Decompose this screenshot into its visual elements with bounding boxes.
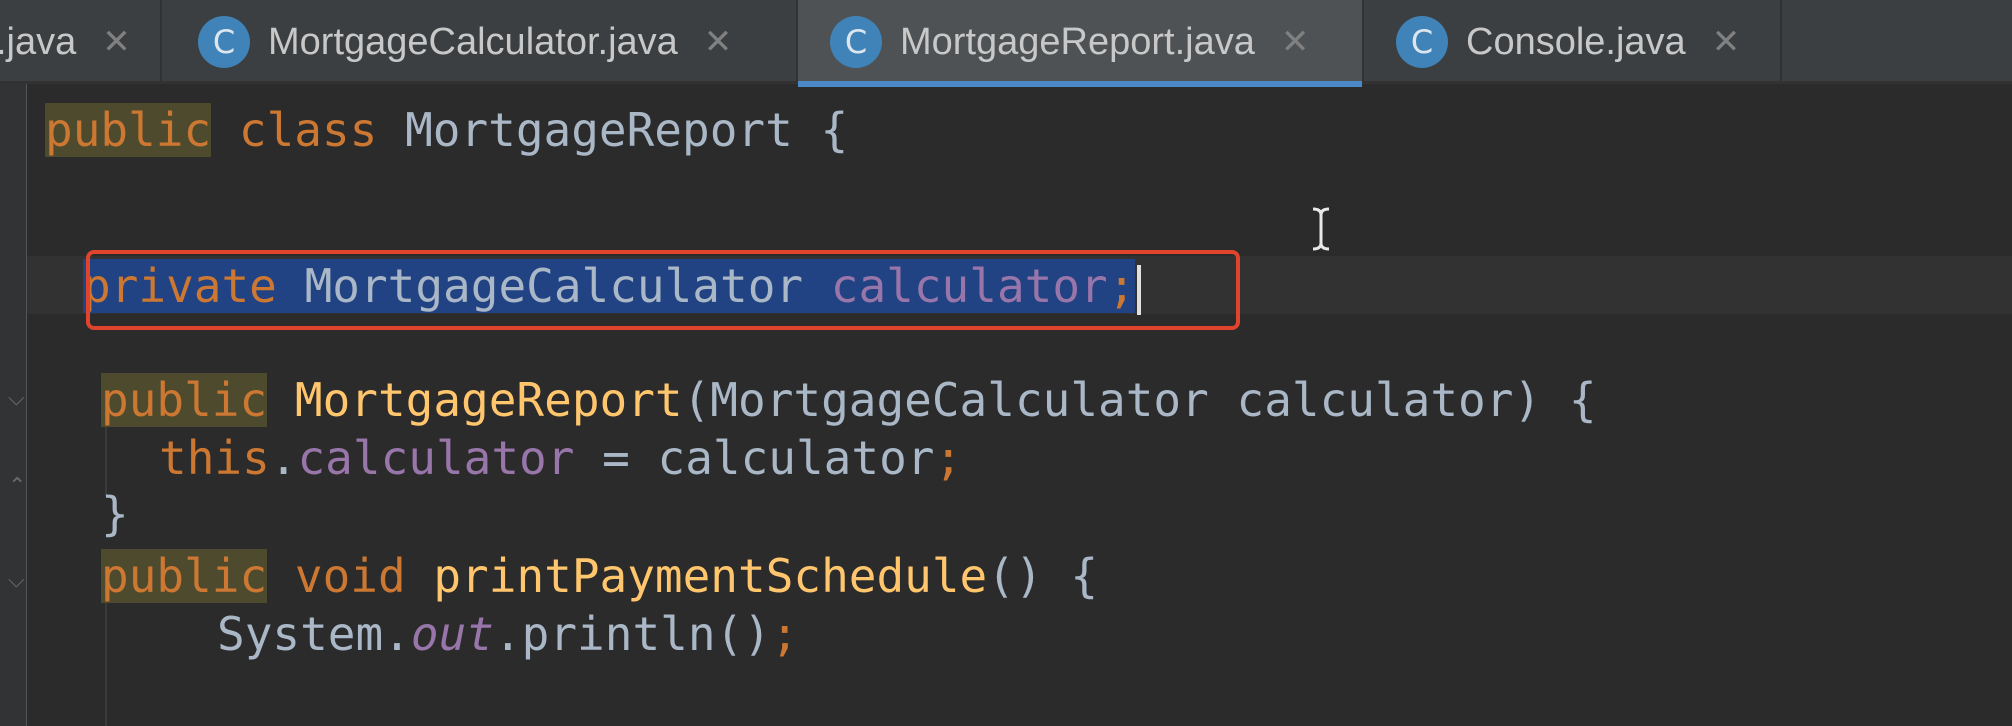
ibeam-cursor-icon bbox=[1312, 207, 1330, 251]
code-line-close-brace: } bbox=[101, 486, 129, 542]
close-icon[interactable]: ✕ bbox=[704, 25, 733, 59]
code-editor[interactable]: public class MortgageReport { private Mo… bbox=[27, 84, 2012, 726]
system-class: System. bbox=[217, 607, 411, 661]
tab-label: MortgageReport.java bbox=[900, 20, 1255, 63]
class-c-icon: C bbox=[830, 16, 882, 68]
code-line-class-declaration: public class MortgageReport { bbox=[45, 102, 848, 158]
assignment: = calculator bbox=[574, 431, 935, 485]
tab-label: .java bbox=[0, 20, 77, 63]
keyword-this: this bbox=[159, 431, 270, 485]
class-c-icon: C bbox=[198, 16, 250, 68]
keyword-class: class bbox=[238, 103, 378, 157]
method-params: () { bbox=[987, 549, 1099, 603]
close-brace: } bbox=[101, 487, 129, 541]
constructor-params: (MortgageCalculator calculator) { bbox=[682, 373, 1597, 427]
class-c-icon: C bbox=[1396, 16, 1448, 68]
tab-mortgage-calculator[interactable]: C MortgageCalculator.java ✕ bbox=[162, 0, 798, 84]
code-line-assignment: this.calculator = calculator; bbox=[159, 430, 962, 486]
code-line-constructor: public MortgageReport(MortgageCalculator… bbox=[101, 372, 1597, 428]
editor-tab-bar: .java ✕ C MortgageCalculator.java ✕ C Mo… bbox=[0, 0, 2012, 87]
tab-label: Console.java bbox=[1466, 20, 1686, 63]
method-name: printPaymentSchedule bbox=[433, 549, 988, 603]
tab-java-file[interactable]: .java ✕ bbox=[0, 0, 162, 84]
static-field-out: out bbox=[410, 607, 494, 661]
code-line-method-declaration: public void printPaymentSchedule() { bbox=[101, 548, 1098, 604]
close-icon[interactable]: ✕ bbox=[1712, 25, 1741, 59]
tab-mortgage-report[interactable]: C MortgageReport.java ✕ bbox=[798, 0, 1364, 87]
tab-console[interactable]: C Console.java ✕ bbox=[1364, 0, 1782, 84]
ide-window: .java ✕ C MortgageCalculator.java ✕ C Mo… bbox=[0, 0, 2012, 726]
class-name: MortgageReport bbox=[405, 103, 793, 157]
field-reference: calculator bbox=[297, 431, 575, 485]
close-icon[interactable]: ✕ bbox=[1281, 25, 1310, 59]
keyword-public: public bbox=[101, 549, 268, 603]
editor-gutter: ⌵ ⌃ ⌵ bbox=[0, 84, 27, 726]
tab-label: MortgageCalculator.java bbox=[268, 20, 678, 63]
open-brace: { bbox=[820, 103, 849, 157]
semicolon: ; bbox=[770, 607, 799, 661]
keyword-public: public bbox=[101, 373, 268, 427]
constructor-name: MortgageReport bbox=[294, 373, 683, 427]
annotation-highlight-box bbox=[86, 250, 1240, 330]
semicolon: ; bbox=[934, 431, 963, 485]
method-call: .println() bbox=[493, 607, 771, 661]
close-icon[interactable]: ✕ bbox=[102, 25, 131, 59]
keyword-void: void bbox=[294, 549, 406, 603]
code-line-println: System.out.println(); bbox=[217, 606, 799, 662]
keyword-public: public bbox=[45, 103, 212, 157]
dot: . bbox=[269, 431, 298, 485]
